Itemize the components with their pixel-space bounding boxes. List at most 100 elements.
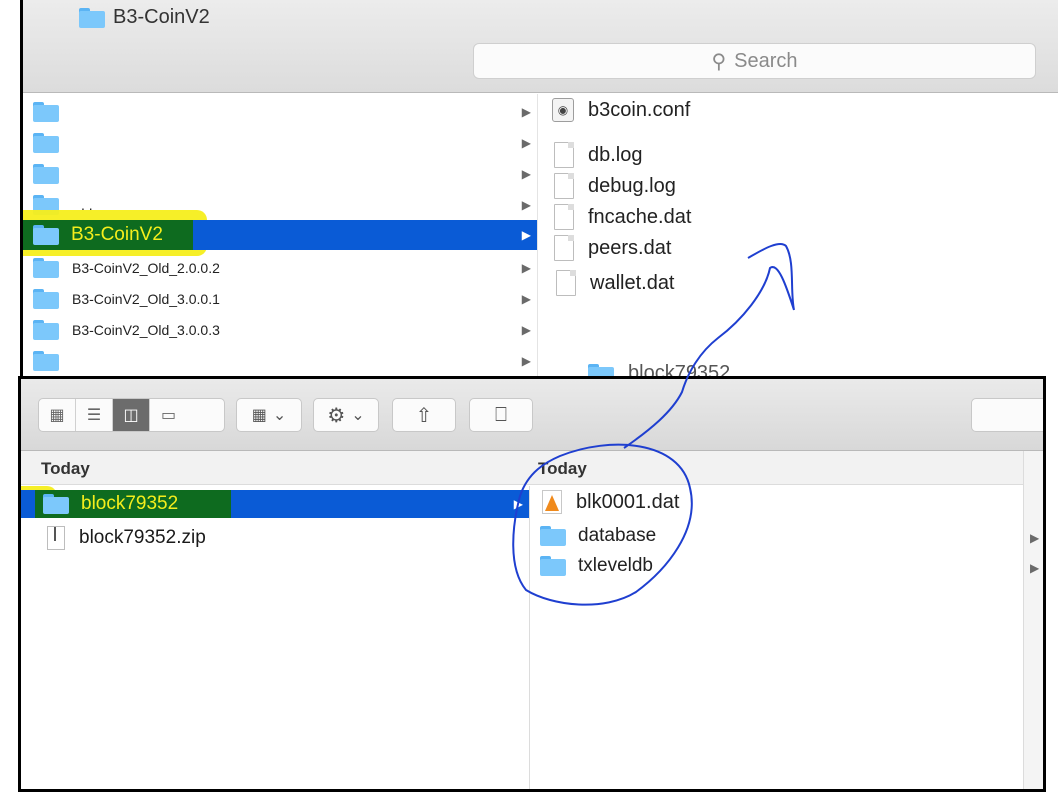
file-name: blk0001.dat [576, 490, 680, 513]
sidebar-item-old-2002[interactable]: B3-CoinV2_Old_2.0.0.2 ▶ [23, 254, 537, 282]
folder-icon [33, 351, 59, 371]
folder-icon [33, 225, 59, 245]
search-icon: ⚲ [711, 50, 727, 73]
chevron-right-icon: ▶ [1030, 561, 1040, 575]
chevron-right-icon: ▶ [521, 228, 531, 242]
next-column-strip: ▶ ▶ [1023, 451, 1043, 789]
icon-view-button[interactable]: ▦ [39, 399, 76, 431]
file-wallet-dat[interactable]: wallet.dat [556, 270, 675, 296]
cover-flow-icon: ▭ [160, 407, 177, 424]
window-title: B3-CoinV2 [79, 6, 210, 29]
config-file-icon: ◉ [552, 98, 574, 122]
sidebar-folder-row[interactable]: ▶ [23, 160, 537, 188]
tags-button[interactable]: ⎕ [469, 398, 533, 432]
tag-icon: ⎕ [495, 403, 507, 426]
file-db-log[interactable]: db.log [554, 142, 643, 168]
window-title-text: B3-CoinV2 [113, 6, 210, 28]
file-fncache-dat[interactable]: fncache.dat [554, 204, 691, 230]
list-item-database[interactable]: database [530, 522, 1019, 550]
arrange-icon: ▦ [251, 407, 267, 424]
folder-icon [33, 320, 59, 340]
list-view-button[interactable]: ☰ [76, 399, 113, 431]
file-name: debug.log [588, 174, 676, 197]
chevron-right-icon: ▶ [521, 292, 531, 306]
sidebar-folder-row[interactable]: ▶ [23, 98, 537, 126]
folder-icon [33, 133, 59, 153]
file-name: wallet.dat [590, 271, 675, 294]
folder-name: block79352 [81, 493, 179, 514]
icon-view-icon: ▦ [49, 407, 65, 424]
folder-icon [33, 164, 59, 184]
document-icon [554, 235, 574, 261]
chevron-right-icon: ▶ [521, 261, 531, 275]
gear-icon: ⚙ [327, 404, 346, 427]
folder-name: B3-CoinV2 [71, 224, 163, 245]
folder-name: B3-CoinV2_Old_2.0.0.2 [72, 260, 220, 276]
share-icon: ⇧ [415, 404, 433, 427]
sidebar-folder-row[interactable]: ▶ [23, 347, 537, 375]
document-icon [554, 142, 574, 168]
chevron-down-icon: ⌄ [272, 407, 287, 424]
view-mode-control: ▦ ☰ ◫ ▭ [38, 398, 225, 432]
chevron-right-icon: ▶ [521, 323, 531, 337]
column-view-icon: ◫ [123, 407, 139, 424]
chevron-right-icon: ▶ [521, 105, 531, 119]
file-blk0001-dat[interactable]: blk0001.dat [542, 490, 679, 514]
chevron-right-icon: ▶ [521, 198, 531, 212]
search-placeholder: Search [734, 49, 798, 72]
folder-name: B3-CoinV2_Old_3.0.0.1 [72, 291, 220, 307]
file-b3coin-conf[interactable]: ◉ b3coin.conf [552, 98, 690, 122]
column-header-today: Today [41, 459, 90, 478]
folder-name: txleveldb [578, 555, 653, 576]
folder-icon [540, 556, 566, 576]
chevron-right-icon: ▶ [521, 167, 531, 181]
folder-icon [43, 494, 69, 514]
top-finder-window: B3-CoinV2 ⚲ Search ▶ ▶ ▶ . . ▶ B3-CoinV2… [20, 0, 1058, 378]
sidebar-item-old-3001[interactable]: B3-CoinV2_Old_3.0.0.1 ▶ [23, 285, 537, 313]
folder-icon [33, 258, 59, 278]
column-header-bar: Today Today [21, 451, 1043, 485]
top-file-column: ◉ b3coin.conf db.log debug.log fncache.d… [537, 94, 1058, 378]
folder-icon [540, 526, 566, 546]
search-input[interactable] [971, 398, 1043, 432]
sidebar-item-b3-coinv2[interactable]: B3-CoinV2 ▶ [23, 220, 537, 250]
bottom-right-column: blk0001.dat database txleveldb [529, 486, 1019, 789]
bottom-finder-window: ▦ ☰ ◫ ▭ ▦ ⌄ ⚙ ⌄ ⇧ ⎕ Today Today block793… [18, 376, 1046, 792]
file-name: db.log [588, 143, 643, 166]
zip-file-icon [47, 526, 65, 550]
sidebar-item-old-3003[interactable]: B3-CoinV2_Old_3.0.0.3 ▶ [23, 316, 537, 344]
list-item-txleveldb[interactable]: txleveldb [530, 552, 1019, 580]
action-button[interactable]: ⚙ ⌄ [313, 398, 379, 432]
file-name: peers.dat [588, 236, 672, 259]
finder-toolbar: ▦ ☰ ◫ ▭ ▦ ⌄ ⚙ ⌄ ⇧ ⎕ [21, 379, 1043, 451]
folder-name: B3-CoinV2_Old_3.0.0.3 [72, 322, 220, 338]
bottom-left-column: block79352 ▶ block79352.zip [21, 486, 529, 789]
share-button[interactable]: ⇧ [392, 398, 456, 432]
list-item-block79352-zip[interactable]: block79352.zip [21, 524, 529, 552]
top-titlebar: B3-CoinV2 ⚲ Search [23, 0, 1058, 93]
folder-name: database [578, 525, 657, 546]
file-peers-dat[interactable]: peers.dat [554, 235, 671, 261]
search-input[interactable]: ⚲ Search [473, 43, 1036, 79]
column-view-button[interactable]: ◫ [113, 399, 150, 431]
top-folder-column: ▶ ▶ ▶ . . ▶ B3-CoinV2 ▶ B3-CoinV2_Old_2.… [23, 94, 537, 378]
sidebar-folder-row[interactable]: ▶ [23, 129, 537, 157]
document-icon [556, 270, 576, 296]
file-name: block79352.zip [79, 527, 206, 548]
chevron-right-icon: ▶ [521, 136, 531, 150]
cover-flow-button[interactable]: ▭ [150, 399, 187, 431]
chevron-right-icon: ▶ [1030, 531, 1040, 545]
chevron-right-icon: ▶ [521, 354, 531, 368]
folder-icon [33, 289, 59, 309]
vlc-file-icon [542, 490, 562, 514]
file-debug-log[interactable]: debug.log [554, 173, 676, 199]
list-view-icon: ☰ [86, 407, 102, 424]
document-icon [554, 204, 574, 230]
file-name: b3coin.conf [588, 98, 691, 121]
folder-icon [79, 7, 105, 28]
document-icon [554, 173, 574, 199]
column-header-today: Today [538, 459, 587, 478]
list-item-block79352[interactable]: block79352 ▶ [21, 490, 529, 518]
file-name: fncache.dat [588, 205, 692, 228]
arrange-button[interactable]: ▦ ⌄ [236, 398, 302, 432]
